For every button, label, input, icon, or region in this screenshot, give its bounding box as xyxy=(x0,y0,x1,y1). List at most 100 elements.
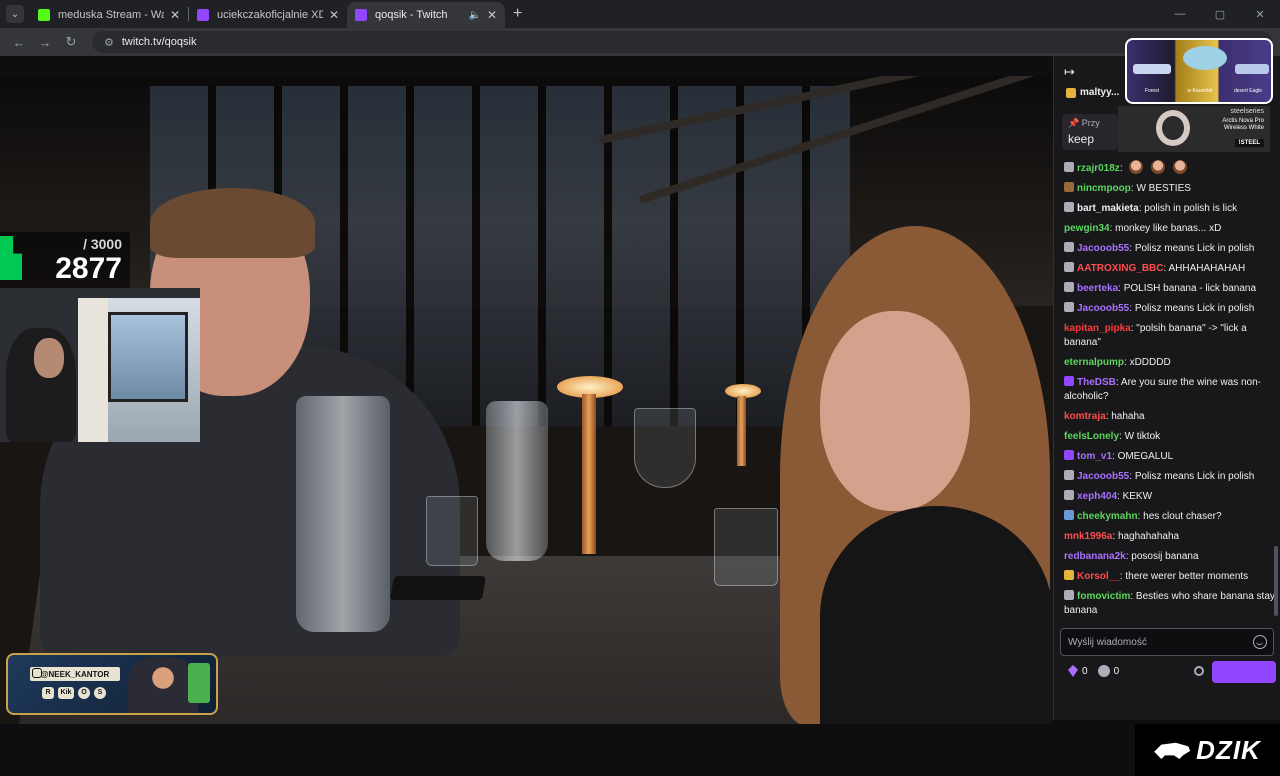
chat-username[interactable]: Korsol__ xyxy=(1077,571,1120,582)
chat-username[interactable]: tom_v1 xyxy=(1077,451,1112,462)
maximize-icon[interactable]: ▢ xyxy=(1200,8,1240,21)
chat-input[interactable] xyxy=(1061,629,1251,655)
forward-icon[interactable]: → xyxy=(34,35,56,50)
chat-username[interactable]: nincmpoop xyxy=(1077,183,1131,194)
chat-username[interactable]: xeph404 xyxy=(1077,491,1117,502)
webcam-curtain xyxy=(78,298,108,442)
emote-icon[interactable] xyxy=(1151,160,1166,174)
user-badge-icon[interactable] xyxy=(1064,376,1074,386)
chat-message: kapitan_pipka: "polsih banana" -> "lick … xyxy=(1064,319,1276,353)
pinned-hype-row[interactable]: maltyy... xyxy=(1066,87,1119,98)
new-tab-button[interactable]: + xyxy=(513,5,522,23)
emote-picker-icon[interactable] xyxy=(1253,635,1267,649)
chat-username[interactable]: redbanana2k xyxy=(1064,551,1126,562)
promo-icon: R xyxy=(42,687,54,699)
tab-title: uciekczakoficjalnie XD - Twitch xyxy=(217,9,323,21)
webcam-window xyxy=(108,312,188,402)
chat-username[interactable]: beerteka xyxy=(1077,283,1118,294)
chat-username[interactable]: mnk1996a xyxy=(1064,531,1112,542)
speaker-icon[interactable]: 🔈 xyxy=(468,10,480,21)
user-badge-icon[interactable] xyxy=(1064,302,1074,312)
chat-text: hes clout chaser? xyxy=(1143,511,1222,522)
rifle-icon xyxy=(1133,64,1171,74)
emote-icon[interactable] xyxy=(1173,160,1188,174)
tab-search-button[interactable]: ⌄ xyxy=(6,5,24,23)
chat-text: haghahahaha xyxy=(1117,531,1180,542)
close-window-icon[interactable]: ✕ xyxy=(1240,8,1280,21)
reload-icon[interactable]: ↻ xyxy=(60,34,82,50)
chat-username[interactable]: AATROXING_BBC xyxy=(1077,263,1163,274)
chat-panel: ↦ maltyy... 📌 Przy keep Forest w Karambi… xyxy=(1053,38,1280,720)
chat-text: Polisz means Lick in polish xyxy=(1134,471,1255,482)
pistol-icon xyxy=(1235,64,1269,74)
user-badge-icon[interactable] xyxy=(1064,590,1074,600)
ad-product: Arctis Nova Pro Wireless White xyxy=(1222,118,1264,131)
chat-username[interactable]: rzajr018z xyxy=(1077,163,1120,174)
browser-tab-qoqsik[interactable]: qoqsik - Twitch 🔈 ✕ xyxy=(347,2,505,28)
ad-brand: steelseries xyxy=(1230,108,1264,115)
streamer-webcam xyxy=(0,288,200,442)
user-badge-icon[interactable] xyxy=(1064,570,1074,580)
bits-icon xyxy=(1068,665,1078,677)
chat-text: W tiktok xyxy=(1124,431,1161,442)
points-a: 0 xyxy=(1082,665,1088,677)
chat-input-box[interactable] xyxy=(1060,628,1274,656)
emote-icon[interactable] xyxy=(1129,160,1144,174)
chat-username[interactable]: cheekymahn xyxy=(1077,511,1138,522)
tab-title: qoqsik - Twitch xyxy=(375,9,448,21)
chat-username[interactable]: TheDSB xyxy=(1077,377,1116,388)
chat-settings-icon[interactable] xyxy=(1194,666,1204,676)
minimize-icon[interactable]: — xyxy=(1160,8,1200,20)
back-icon[interactable]: ← xyxy=(8,35,30,50)
user-badge-icon[interactable] xyxy=(1064,470,1074,480)
twitch-favicon-icon xyxy=(197,9,209,21)
chat-username[interactable]: Jacooob55 xyxy=(1077,243,1129,254)
chat-username[interactable]: kapitan_pipka xyxy=(1064,323,1131,334)
user-badge-icon[interactable] xyxy=(1064,202,1074,212)
pinned-message[interactable]: 📌 Przy keep xyxy=(1062,114,1118,150)
site-info-icon[interactable]: ⚙ xyxy=(104,36,114,49)
chat-message: Korsol__: there werer better moments xyxy=(1064,567,1276,587)
browser-tab-meduska[interactable]: meduska Stream - Watch Live o ✕ xyxy=(30,2,188,28)
chat-username[interactable]: eternalpump xyxy=(1064,357,1124,368)
channel-points[interactable]: 0 0 xyxy=(1068,665,1119,677)
send-button[interactable] xyxy=(1212,661,1276,683)
close-tab-icon[interactable]: ✕ xyxy=(329,8,339,22)
user-badge-icon[interactable] xyxy=(1064,490,1074,500)
user-badge-icon[interactable] xyxy=(1064,262,1074,272)
chat-username[interactable]: Jacooob55 xyxy=(1077,303,1129,314)
sub-goal-overlay: / 3000 2877 xyxy=(0,232,130,288)
video-player[interactable]: / 3000 2877 xyxy=(0,76,1053,724)
scene-glass xyxy=(426,496,478,566)
close-tab-icon[interactable]: ✕ xyxy=(170,8,180,22)
browser-tab-uciekczak[interactable]: uciekczakoficjalnie XD - Twitch ✕ xyxy=(189,2,347,28)
chat-text: hahaha xyxy=(1111,411,1145,422)
chat-username[interactable]: bart_makieta xyxy=(1077,203,1139,214)
chat-username[interactable]: pewgin34 xyxy=(1064,223,1110,234)
user-badge-icon[interactable] xyxy=(1064,450,1074,460)
chat-username[interactable]: Jacooob55 xyxy=(1077,471,1129,482)
close-tab-icon[interactable]: ✕ xyxy=(487,8,497,22)
chat-username[interactable]: fomovictim xyxy=(1077,591,1130,602)
chat-message: redbanana2k: pososij banana xyxy=(1064,547,1276,567)
user-badge-icon[interactable] xyxy=(1064,510,1074,520)
user-badge-icon[interactable] xyxy=(1064,282,1074,292)
ad-code: !STEEL xyxy=(1234,139,1264,147)
user-badge-icon[interactable] xyxy=(1064,182,1074,192)
user-badge-icon[interactable] xyxy=(1064,162,1074,172)
chat-message: beerteka: POLISH banana - lick banana xyxy=(1064,279,1276,299)
skin-ad-banner[interactable]: Forest w Karambit desert Eagle xyxy=(1125,38,1273,104)
chat-scrollbar[interactable] xyxy=(1274,546,1278,616)
address-bar[interactable]: ⚙ twitch.tv/qoqsik xyxy=(92,31,1272,53)
url-text: twitch.tv/qoqsik xyxy=(121,36,197,48)
user-badge-icon[interactable] xyxy=(1064,242,1074,252)
chat-username[interactable]: komtraja xyxy=(1064,411,1106,422)
chat-username[interactable]: feelsLonely xyxy=(1064,431,1119,442)
chat-text: xDDDDD xyxy=(1129,357,1171,368)
steelseries-ad[interactable]: steelseries Arctis Nova Pro Wireless Whi… xyxy=(1118,106,1270,152)
social-promo-overlay: @NEEK_KANTOR R Kik O S xyxy=(6,653,218,715)
ad-caption: Forest xyxy=(1144,88,1160,94)
collapse-chat-icon[interactable]: ↦ xyxy=(1064,64,1075,80)
goal-target: / 3000 xyxy=(83,236,122,252)
scene-bottle xyxy=(296,396,390,632)
